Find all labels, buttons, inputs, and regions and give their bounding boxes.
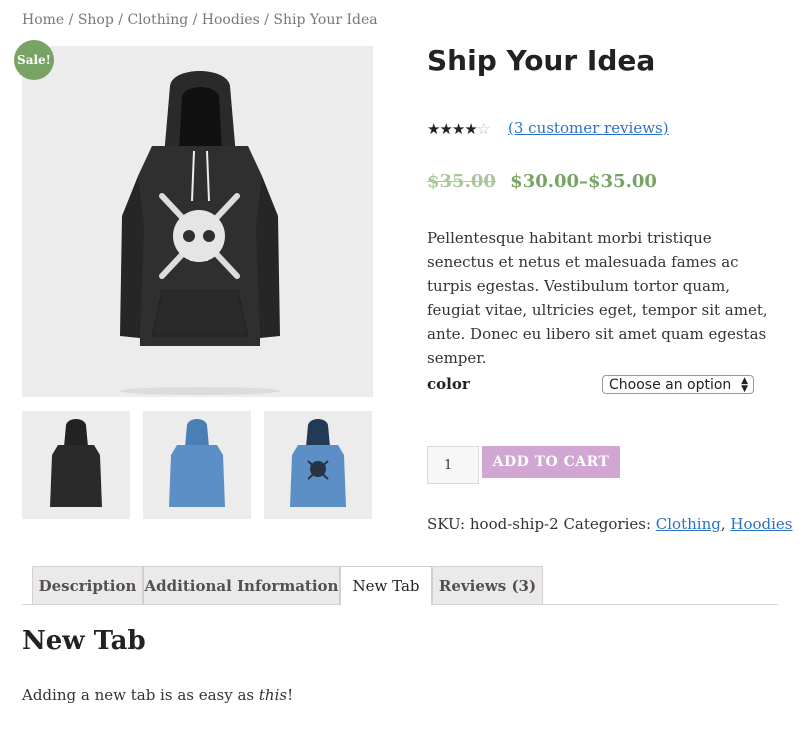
breadcrumb-separator: / bbox=[118, 12, 123, 28]
breadcrumb-home[interactable]: Home bbox=[22, 12, 64, 28]
panel-text-after: ! bbox=[287, 686, 294, 704]
sku-value: hood-ship-2 bbox=[469, 515, 559, 533]
tab-description[interactable]: Description bbox=[32, 566, 143, 604]
panel-text-before: Adding a new tab is as easy as bbox=[22, 686, 259, 704]
sku-label: SKU: bbox=[427, 515, 466, 533]
breadcrumb-current: Ship Your Idea bbox=[273, 12, 378, 28]
panel-text-emphasis: this bbox=[258, 686, 288, 704]
breadcrumb-separator: / bbox=[192, 12, 198, 28]
star-icon: ★ bbox=[427, 120, 440, 138]
category-link-clothing[interactable]: Clothing bbox=[656, 515, 721, 533]
select-arrows-icon: ▲ ▼ bbox=[741, 375, 748, 394]
color-select-value: Choose an option bbox=[609, 376, 732, 393]
breadcrumb: Home / Shop / Clothing / Hoodies / Ship … bbox=[22, 12, 378, 28]
star-empty-icon: ☆ bbox=[476, 120, 490, 138]
breadcrumb-separator: / bbox=[264, 12, 269, 28]
star-rating: ★★★★☆ bbox=[427, 120, 490, 138]
product-main-image[interactable] bbox=[22, 46, 373, 397]
star-icon: ★ bbox=[451, 120, 465, 138]
product-description: Pellentesque habitant morbi tristique se… bbox=[427, 229, 768, 367]
product-title: Ship Your Idea bbox=[427, 44, 656, 77]
tab-new-tab[interactable]: New Tab bbox=[340, 566, 432, 605]
add-to-cart-button[interactable]: ADD TO CART bbox=[482, 446, 620, 478]
product-price: $35.00 $30.00–$35.00 bbox=[427, 171, 657, 192]
categories-label: Categories: bbox=[563, 515, 651, 533]
product-meta: SKU: hood-ship-2 Categories: Clothing, H… bbox=[427, 515, 793, 533]
breadcrumb-hoodies[interactable]: Hoodies bbox=[202, 12, 260, 28]
breadcrumb-separator: / bbox=[68, 12, 74, 28]
customer-reviews-link[interactable]: (3 customer reviews) bbox=[508, 119, 669, 137]
color-select[interactable]: Choose an option ▲ ▼ bbox=[602, 375, 754, 394]
color-label: color bbox=[427, 375, 470, 393]
tab-reviews[interactable]: Reviews (3) bbox=[432, 566, 543, 604]
sale-badge: Sale! bbox=[14, 40, 54, 80]
tab-additional-information[interactable]: Additional Information bbox=[143, 566, 340, 604]
thumbnail-blue-hoodie-back[interactable] bbox=[143, 411, 251, 519]
breadcrumb-clothing[interactable]: Clothing bbox=[127, 12, 188, 28]
old-price: $35.00 bbox=[427, 171, 496, 192]
current-price: $30.00–$35.00 bbox=[510, 171, 657, 192]
thumbnail-black-hoodie-back[interactable] bbox=[22, 411, 130, 519]
category-link-hoodies[interactable]: Hoodies bbox=[730, 515, 792, 533]
tab-panel-title: New Tab bbox=[22, 626, 146, 656]
tab-panel-text: Adding a new tab is as easy as this! bbox=[22, 686, 293, 704]
star-icon: ★ bbox=[439, 120, 452, 138]
star-icon: ★ bbox=[464, 120, 477, 138]
quantity-input[interactable]: 1 bbox=[427, 446, 479, 484]
thumbnail-blue-hoodie-front[interactable] bbox=[264, 411, 372, 519]
breadcrumb-shop[interactable]: Shop bbox=[78, 12, 114, 28]
